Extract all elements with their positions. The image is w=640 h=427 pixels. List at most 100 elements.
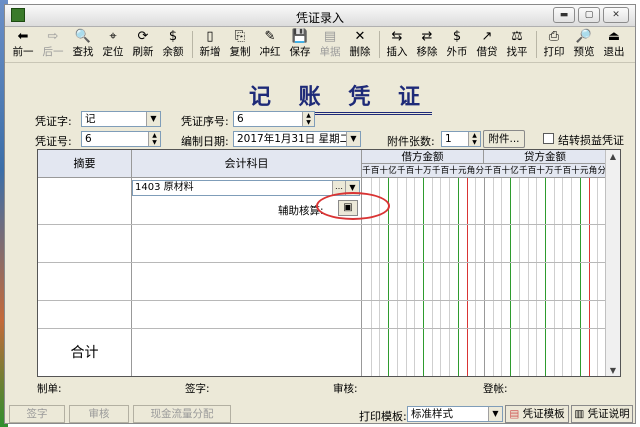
toolbar-delete-button[interactable]: ✕ 删除 <box>346 29 374 60</box>
chevron-down-icon[interactable]: ▼ <box>146 112 160 126</box>
attachment-count-stepper[interactable]: 1 ▲ ▼ <box>441 131 481 147</box>
toolbar-locate-button[interactable]: ⌖ 定位 <box>99 29 127 60</box>
toolbar-label: 定位 <box>102 46 124 58</box>
toolbar-debit-credit-button[interactable]: ↗ 借贷 <box>473 29 501 60</box>
attachment-count-value: 1 <box>445 133 452 145</box>
vertical-scrollbar[interactable]: ▲ ▼ <box>605 150 620 376</box>
toolbar-document-button[interactable]: ▤ 单据 <box>316 29 344 60</box>
digit-label: 十 <box>449 166 458 176</box>
toolbar-preview-button[interactable]: 🔎 预览 <box>570 29 598 60</box>
toolbar-insert-button[interactable]: ⇆ 插入 <box>383 29 411 60</box>
digit-grid-line <box>562 178 564 376</box>
amount-divider <box>484 178 485 376</box>
foreign-currency-icon: $ <box>452 29 462 44</box>
date-picker[interactable]: 2017年1月31日 星期二 ▼ <box>233 131 361 147</box>
digit-grid-line <box>405 178 407 376</box>
bookkeeper-label: 登帐: <box>483 383 508 395</box>
digit-grid-line <box>536 178 538 376</box>
digit-label: 十 <box>571 166 580 176</box>
digit-grid-line <box>571 178 573 376</box>
account-value: 1403 原材料 <box>135 182 194 193</box>
voucher-no-value: 6 <box>85 133 92 145</box>
voucher-type-select[interactable]: 记 ▼ <box>81 111 161 127</box>
voucher-seq-stepper[interactable]: 6 ▲ ▼ <box>233 111 315 127</box>
chevron-down-icon[interactable]: ▼ <box>346 132 360 146</box>
toolbar-separator <box>536 31 537 58</box>
print-template-value: 标准样式 <box>411 408 453 420</box>
total-label: 合计 <box>70 345 99 361</box>
digit-label: 百 <box>562 166 572 176</box>
transfer-checkbox[interactable] <box>543 133 554 144</box>
toolbar-save-button[interactable]: 💾 保存 <box>286 29 314 60</box>
digit-label: 十 <box>379 166 389 176</box>
digit-label: 千 <box>553 166 563 176</box>
digit-grid-line <box>423 178 424 376</box>
spin-icon[interactable]: ▲ ▼ <box>468 132 480 146</box>
toolbar-refresh-button[interactable]: ⟳ 刷新 <box>129 29 157 60</box>
help-button[interactable]: ▥ 凭证说明 <box>571 405 633 423</box>
toolbar-label: 刷新 <box>132 46 154 58</box>
toolbar-reverse-button[interactable]: ✎ 冲红 <box>256 29 284 60</box>
digit-grid-line <box>414 178 416 376</box>
digit-grid-line <box>396 178 398 376</box>
account-input[interactable]: 1403 原材料 … ▼ <box>132 180 360 196</box>
digit-label: 亿 <box>510 166 519 176</box>
toolbar-print-button[interactable]: ⎙ 打印 <box>540 29 568 60</box>
toolbar-label: 借贷 <box>476 46 498 58</box>
account-header: 会计科目 <box>132 150 362 178</box>
summary-divider <box>131 178 132 376</box>
find-icon: 🔍 <box>74 29 92 44</box>
toolbar-exit-button[interactable]: ⏏ 退出 <box>600 29 628 60</box>
audit-button[interactable]: 审核 <box>69 405 129 423</box>
attachment-button[interactable]: 附件... <box>483 130 525 148</box>
print-template-select[interactable]: 标准样式 ▼ <box>407 406 503 422</box>
toolbar-label: 找平 <box>506 46 528 58</box>
voucher-type-label: 凭证字: <box>35 115 72 128</box>
toolbar-label: 余额 <box>162 46 184 58</box>
spin-icon[interactable]: ▲ ▼ <box>302 112 314 126</box>
template-button[interactable]: ▤ 凭证模板 <box>505 405 569 423</box>
maximize-button[interactable]: ▢ <box>578 7 600 23</box>
digit-grid-line <box>466 178 468 376</box>
toolbar-label: 退出 <box>603 46 625 58</box>
toolbar-foreign-currency-button[interactable]: $ 外币 <box>443 29 471 60</box>
toolbar-new-button[interactable]: ▯ 新增 <box>196 29 224 60</box>
digit-grid-line <box>553 178 555 376</box>
toolbar-arrow-left-button[interactable]: ⬅ 前一 <box>9 29 37 60</box>
digit-label: 万 <box>545 166 554 176</box>
digit-grid-line <box>449 178 451 376</box>
digit-label: 千 <box>396 166 406 176</box>
window-controls: ▬ ▢ ✕ <box>553 7 629 23</box>
scroll-up-icon[interactable]: ▲ <box>606 150 620 164</box>
toolbar-remove-button[interactable]: ⇄ 移除 <box>413 29 441 60</box>
voucher-no-stepper[interactable]: 6 ▲ ▼ <box>81 131 161 147</box>
transfer-label: 结转损益凭证 <box>558 134 624 147</box>
digit-grid-line <box>431 178 433 376</box>
toolbar-balance-button[interactable]: $ 余额 <box>159 29 187 60</box>
digit-label: 百 <box>527 166 537 176</box>
template-icon: ▤ <box>509 408 520 420</box>
preview-icon: 🔎 <box>575 29 593 44</box>
toolbar-copy-button[interactable]: ⎘ 复制 <box>226 29 254 60</box>
sign-button[interactable]: 签字 <box>9 405 65 423</box>
spin-icon[interactable]: ▲ ▼ <box>148 132 160 146</box>
highlight-annotation <box>316 192 390 220</box>
toolbar-find-button[interactable]: 🔍 查找 <box>69 29 97 60</box>
digit-label: 百 <box>492 166 502 176</box>
help-doc-icon: ▥ <box>574 408 585 420</box>
digit-label: 十 <box>501 166 511 176</box>
digit-label: 角 <box>466 166 476 176</box>
remove-icon: ⇄ <box>421 29 433 44</box>
balance-icon: $ <box>168 29 178 44</box>
digit-label: 角 <box>588 166 598 176</box>
chevron-down-icon[interactable]: ▼ <box>488 407 502 421</box>
cashflow-button[interactable]: 现金流量分配 <box>133 405 231 423</box>
arrow-right-icon: ⇨ <box>47 29 59 44</box>
minimize-button[interactable]: ▬ <box>553 7 575 23</box>
close-button[interactable]: ✕ <box>603 7 629 23</box>
toolbar-arrow-right-button[interactable]: ⇨ 后一 <box>39 29 67 60</box>
toolbar-balance-scale-button[interactable]: ⚖ 找平 <box>503 29 531 60</box>
print-template-label: 打印模板: <box>359 410 407 423</box>
attachment-count-label: 附件张数: <box>387 135 435 148</box>
scroll-down-icon[interactable]: ▼ <box>606 364 620 376</box>
